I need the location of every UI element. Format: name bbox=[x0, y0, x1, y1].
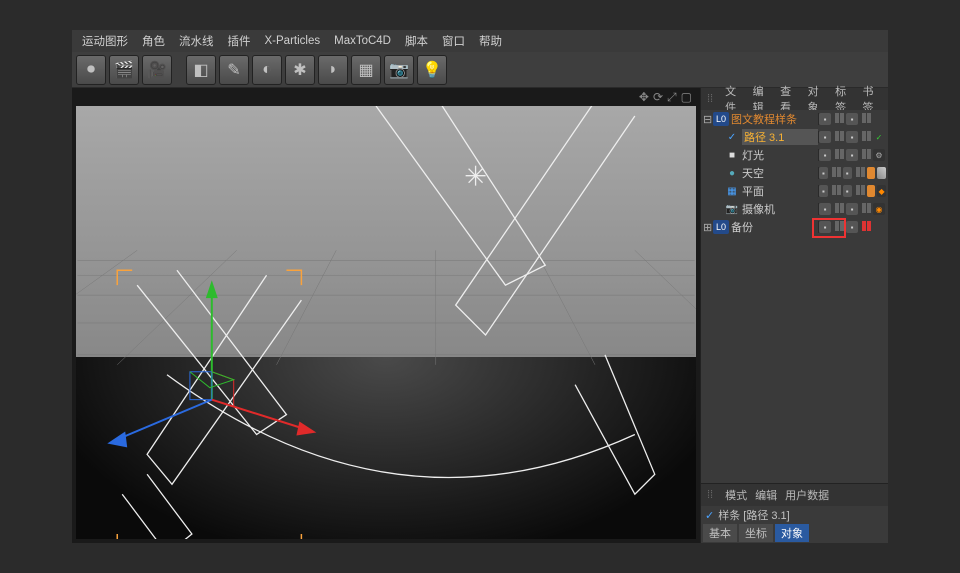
tag-area[interactable]: ▪▪ bbox=[818, 221, 888, 233]
tag-area[interactable]: ▪▪⚙ bbox=[818, 149, 888, 161]
grip-icon[interactable]: ⁞⁞ bbox=[705, 489, 715, 501]
pan-icon[interactable]: ✥ bbox=[639, 90, 649, 105]
tag-area[interactable]: ▪▪✓ bbox=[818, 131, 888, 143]
layer-icon: L0 bbox=[713, 220, 729, 234]
object-label[interactable]: 天空 bbox=[742, 165, 818, 181]
tree-item[interactable]: ■灯光▪▪⚙ bbox=[701, 146, 888, 164]
viewport[interactable]: ✥ ⟳ ⤢ ▢ bbox=[72, 88, 700, 543]
tree-item[interactable]: 📷摄像机▪▪◉ bbox=[701, 200, 888, 218]
object-label[interactable]: 平面 bbox=[742, 183, 818, 199]
menu-bar: 运动图形 角色 流水线 插件 X-Particles MaxToC4D 脚本 窗… bbox=[72, 30, 888, 52]
tree-item[interactable]: ▦平面▪▪◆ bbox=[701, 182, 888, 200]
pen-icon[interactable]: ✎ bbox=[219, 55, 249, 85]
cube-icon[interactable]: ◧ bbox=[186, 55, 216, 85]
spline-icon: ✓ bbox=[705, 509, 714, 522]
light-icon[interactable]: 💡 bbox=[417, 55, 447, 85]
attributes-panel: ⁞⁞ 模式 编辑 用户数据 ✓ 样条 [路径 3.1] 基本 坐标 对象 bbox=[701, 483, 888, 543]
object-icon: ▦ bbox=[725, 184, 739, 198]
viewport-controls: ✥ ⟳ ⤢ ▢ bbox=[639, 90, 692, 105]
attributes-subtabs: 基本 坐标 对象 bbox=[701, 524, 888, 542]
menu-item[interactable]: MaxToC4D bbox=[328, 35, 397, 47]
object-label[interactable]: 图文教程样条 bbox=[731, 111, 818, 127]
object-tree[interactable]: ⊟L0图文教程样条▪▪✓路径 3.1▪▪✓■灯光▪▪⚙●天空▪▪▦平面▪▪◆📷摄… bbox=[701, 110, 888, 483]
object-icon: ● bbox=[725, 166, 739, 180]
deformer-icon[interactable]: ◗ bbox=[318, 55, 348, 85]
attributes-panel-tabs: ⁞⁞ 模式 编辑 用户数据 bbox=[701, 484, 888, 506]
subtab-coord[interactable]: 坐标 bbox=[739, 524, 773, 542]
rotate-icon[interactable]: ⟳ bbox=[653, 90, 663, 105]
grip-icon[interactable]: ⁞⁞ bbox=[705, 93, 715, 105]
object-label[interactable]: 路径 3.1 bbox=[742, 129, 818, 145]
tree-item[interactable]: ✓路径 3.1▪▪✓ bbox=[701, 128, 888, 146]
object-label[interactable]: 灯光 bbox=[742, 147, 818, 163]
render-icon[interactable]: 🎥 bbox=[142, 55, 172, 85]
clapper-icon[interactable]: 🎬 bbox=[109, 55, 139, 85]
objects-panel-tabs: ⁞⁞ 文件 编辑 查看 对象 标签 书签 bbox=[701, 88, 888, 110]
layer-icon: L0 bbox=[713, 112, 729, 126]
menu-item[interactable]: X-Particles bbox=[259, 35, 327, 47]
panel-tab[interactable]: 用户数据 bbox=[783, 487, 831, 503]
axis-gizmo bbox=[107, 280, 316, 447]
attributes-title-label: 样条 [路径 3.1] bbox=[718, 507, 790, 523]
panel-tab[interactable]: 编辑 bbox=[753, 487, 779, 503]
menu-item[interactable]: 窗口 bbox=[436, 33, 471, 49]
subtab-object[interactable]: 对象 bbox=[775, 524, 809, 542]
object-icon: ■ bbox=[725, 148, 739, 162]
camera-icon[interactable]: 📷 bbox=[384, 55, 414, 85]
viewport-scene bbox=[76, 106, 696, 539]
menu-item[interactable]: 角色 bbox=[136, 33, 171, 49]
menu-item[interactable]: 帮助 bbox=[473, 33, 508, 49]
attributes-title: ✓ 样条 [路径 3.1] bbox=[701, 506, 888, 524]
panel-tab[interactable]: 模式 bbox=[723, 487, 749, 503]
zoom-icon[interactable]: ⤢ bbox=[667, 90, 677, 105]
menu-item[interactable]: 运动图形 bbox=[76, 33, 134, 49]
objects-panel: ⁞⁞ 文件 编辑 查看 对象 标签 书签 ⊟L0图文教程样条▪▪✓路径 3.1▪… bbox=[700, 88, 888, 543]
expand-icon[interactable]: ⊟ bbox=[703, 113, 713, 126]
menu-item[interactable]: 流水线 bbox=[173, 33, 220, 49]
object-icon: 📷 bbox=[725, 202, 739, 216]
nurbs-icon[interactable]: ◐ bbox=[252, 55, 282, 85]
record-icon[interactable]: ⏺ bbox=[76, 55, 106, 85]
object-label[interactable]: 备份 bbox=[731, 219, 818, 235]
menu-item[interactable]: 插件 bbox=[222, 33, 257, 49]
tree-item[interactable]: ●天空▪▪ bbox=[701, 164, 888, 182]
tree-item[interactable]: ⊟L0图文教程样条▪▪ bbox=[701, 110, 888, 128]
tag-area[interactable]: ▪▪ bbox=[818, 167, 888, 179]
tag-area[interactable]: ▪▪◆ bbox=[818, 185, 888, 197]
tag-area[interactable]: ▪▪ bbox=[818, 113, 888, 125]
subtab-basic[interactable]: 基本 bbox=[703, 524, 737, 542]
tree-item[interactable]: ⊞L0备份▪▪ bbox=[701, 218, 888, 236]
object-label[interactable]: 摄像机 bbox=[742, 201, 818, 217]
frame-icon[interactable]: ▢ bbox=[681, 90, 692, 105]
tag-area[interactable]: ▪▪◉ bbox=[818, 203, 888, 215]
menu-item[interactable]: 脚本 bbox=[399, 33, 434, 49]
object-icon: ✓ bbox=[725, 130, 739, 144]
expand-icon[interactable]: ⊞ bbox=[703, 221, 713, 234]
floor-icon[interactable]: ▦ bbox=[351, 55, 381, 85]
array-icon[interactable]: ✱ bbox=[285, 55, 315, 85]
